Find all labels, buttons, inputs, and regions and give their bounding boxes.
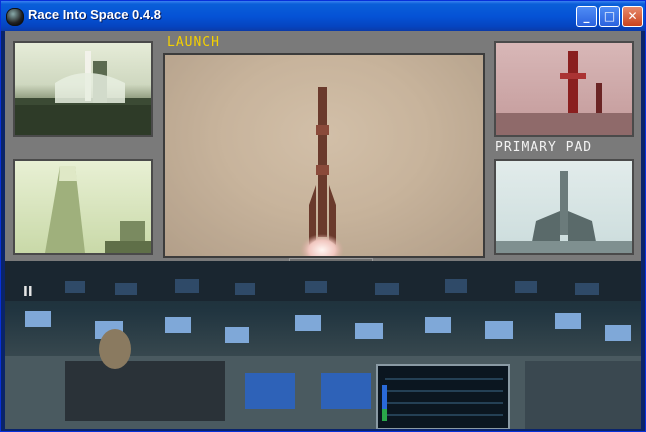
rocket-gantry-image [45, 166, 151, 253]
game-viewport: LAUNCH PRIMARY PAD II [5, 31, 641, 429]
pause-icon[interactable]: II [23, 285, 33, 300]
red-gantry-image [496, 51, 632, 135]
rocket-on-primary-pad-image [496, 171, 632, 253]
rocket-on-pad-image [15, 51, 151, 135]
window-title: Race Into Space 0.4.8 [28, 7, 161, 22]
control-room-image [5, 261, 641, 429]
app-window: Race Into Space 0.4.8 _ □ ✕ LAUNCH PRIMA… [0, 0, 646, 432]
launch-view-panel: LAUNCH PRIMARY PAD [5, 31, 641, 261]
camera-thumbnail-2 [13, 159, 153, 255]
camera-thumbnail-1 [13, 41, 153, 137]
camera-thumbnail-3 [494, 41, 634, 137]
close-button[interactable]: ✕ [622, 6, 643, 27]
app-icon[interactable] [6, 8, 24, 26]
title-bar[interactable]: Race Into Space 0.4.8 _ □ ✕ [1, 1, 645, 31]
mission-control-room: II [5, 261, 641, 429]
rocket-launch-image [165, 55, 483, 256]
minimize-button[interactable]: _ [576, 6, 597, 27]
launch-label: LAUNCH [167, 35, 220, 50]
camera-thumbnail-4 [494, 159, 634, 255]
launch-video [163, 53, 485, 258]
primary-pad-label: PRIMARY PAD [495, 140, 593, 155]
maximize-button[interactable]: □ [599, 6, 620, 27]
